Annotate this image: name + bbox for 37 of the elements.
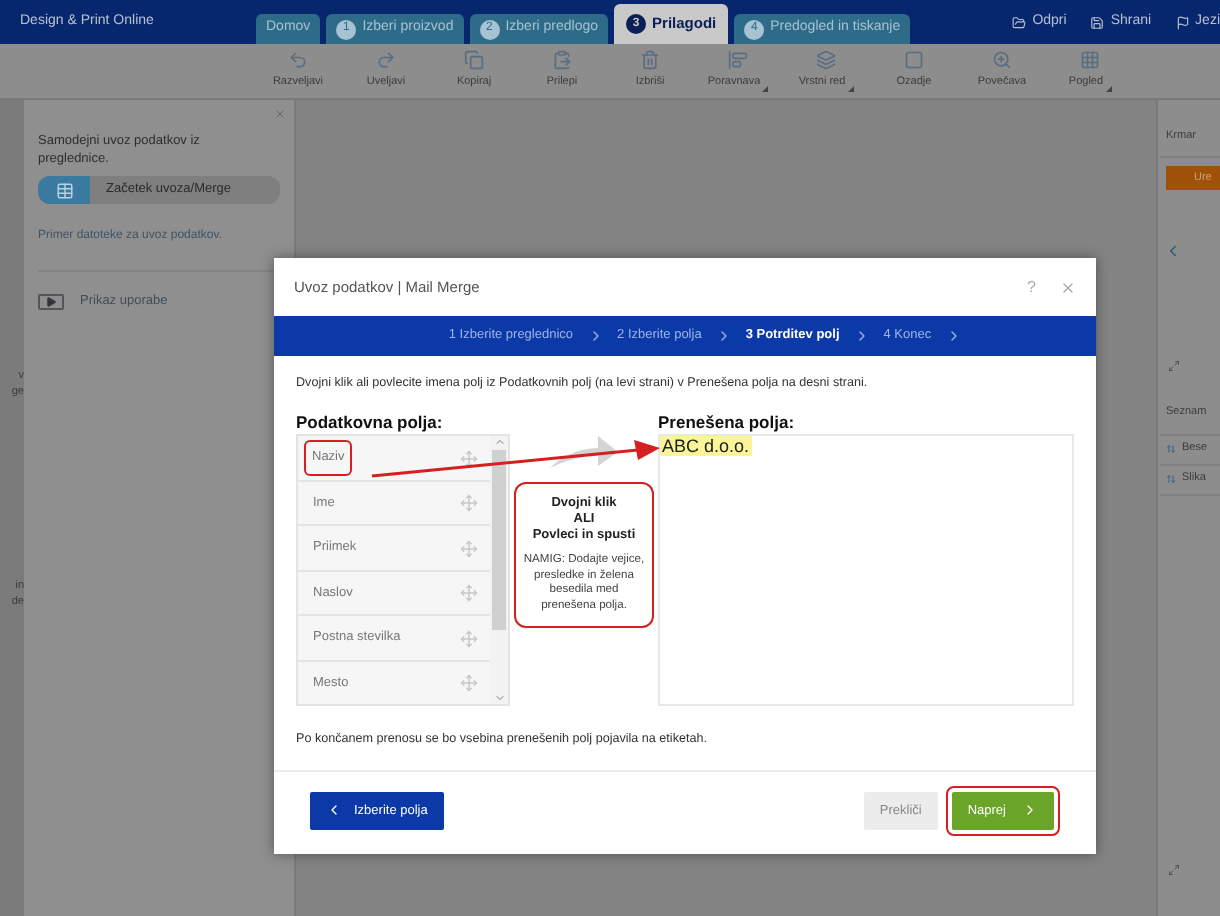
chevron-left-icon (326, 802, 342, 819)
sort-handle-icon (1166, 474, 1176, 484)
move-icon (460, 584, 478, 603)
grid-icon (1080, 50, 1100, 71)
scroll-down-icon[interactable] (493, 692, 505, 705)
transferred-fields-box[interactable]: ABC d.o.o. (658, 434, 1074, 707)
scroll-up-icon[interactable] (493, 436, 505, 449)
transferred-heading: Prenešena polja: (658, 412, 797, 433)
align-icon (728, 50, 748, 71)
table-icon (55, 181, 73, 199)
chevron-right-icon (1022, 802, 1038, 819)
zoom-icon (992, 50, 1012, 71)
close-icon[interactable] (274, 108, 286, 120)
trash-icon (640, 50, 660, 71)
move-icon (460, 539, 478, 558)
save-icon (1090, 15, 1105, 29)
paste-icon (552, 50, 572, 71)
play-icon (38, 293, 64, 310)
rectangle-icon (904, 50, 924, 71)
close-icon[interactable] (1060, 279, 1076, 295)
folder-icon (1012, 15, 1027, 29)
layers-icon (816, 50, 836, 71)
flag-icon (1175, 15, 1190, 29)
undo-icon (288, 50, 308, 71)
scrollbar[interactable] (490, 436, 508, 705)
help-icon[interactable]: ? (1027, 275, 1036, 299)
move-icon (460, 674, 478, 693)
move-icon (460, 629, 478, 648)
transferred-field[interactable]: ABC d.o.o. (660, 436, 752, 457)
redo-icon (376, 50, 396, 71)
sort-handle-icon (1166, 444, 1176, 454)
arrow-right-icon (546, 432, 622, 473)
fields-heading: Podatkovna polja: (296, 412, 445, 433)
move-icon (460, 449, 478, 468)
chevron-left-icon[interactable] (1164, 242, 1182, 261)
move-icon (460, 494, 478, 513)
copy-icon (464, 50, 484, 71)
